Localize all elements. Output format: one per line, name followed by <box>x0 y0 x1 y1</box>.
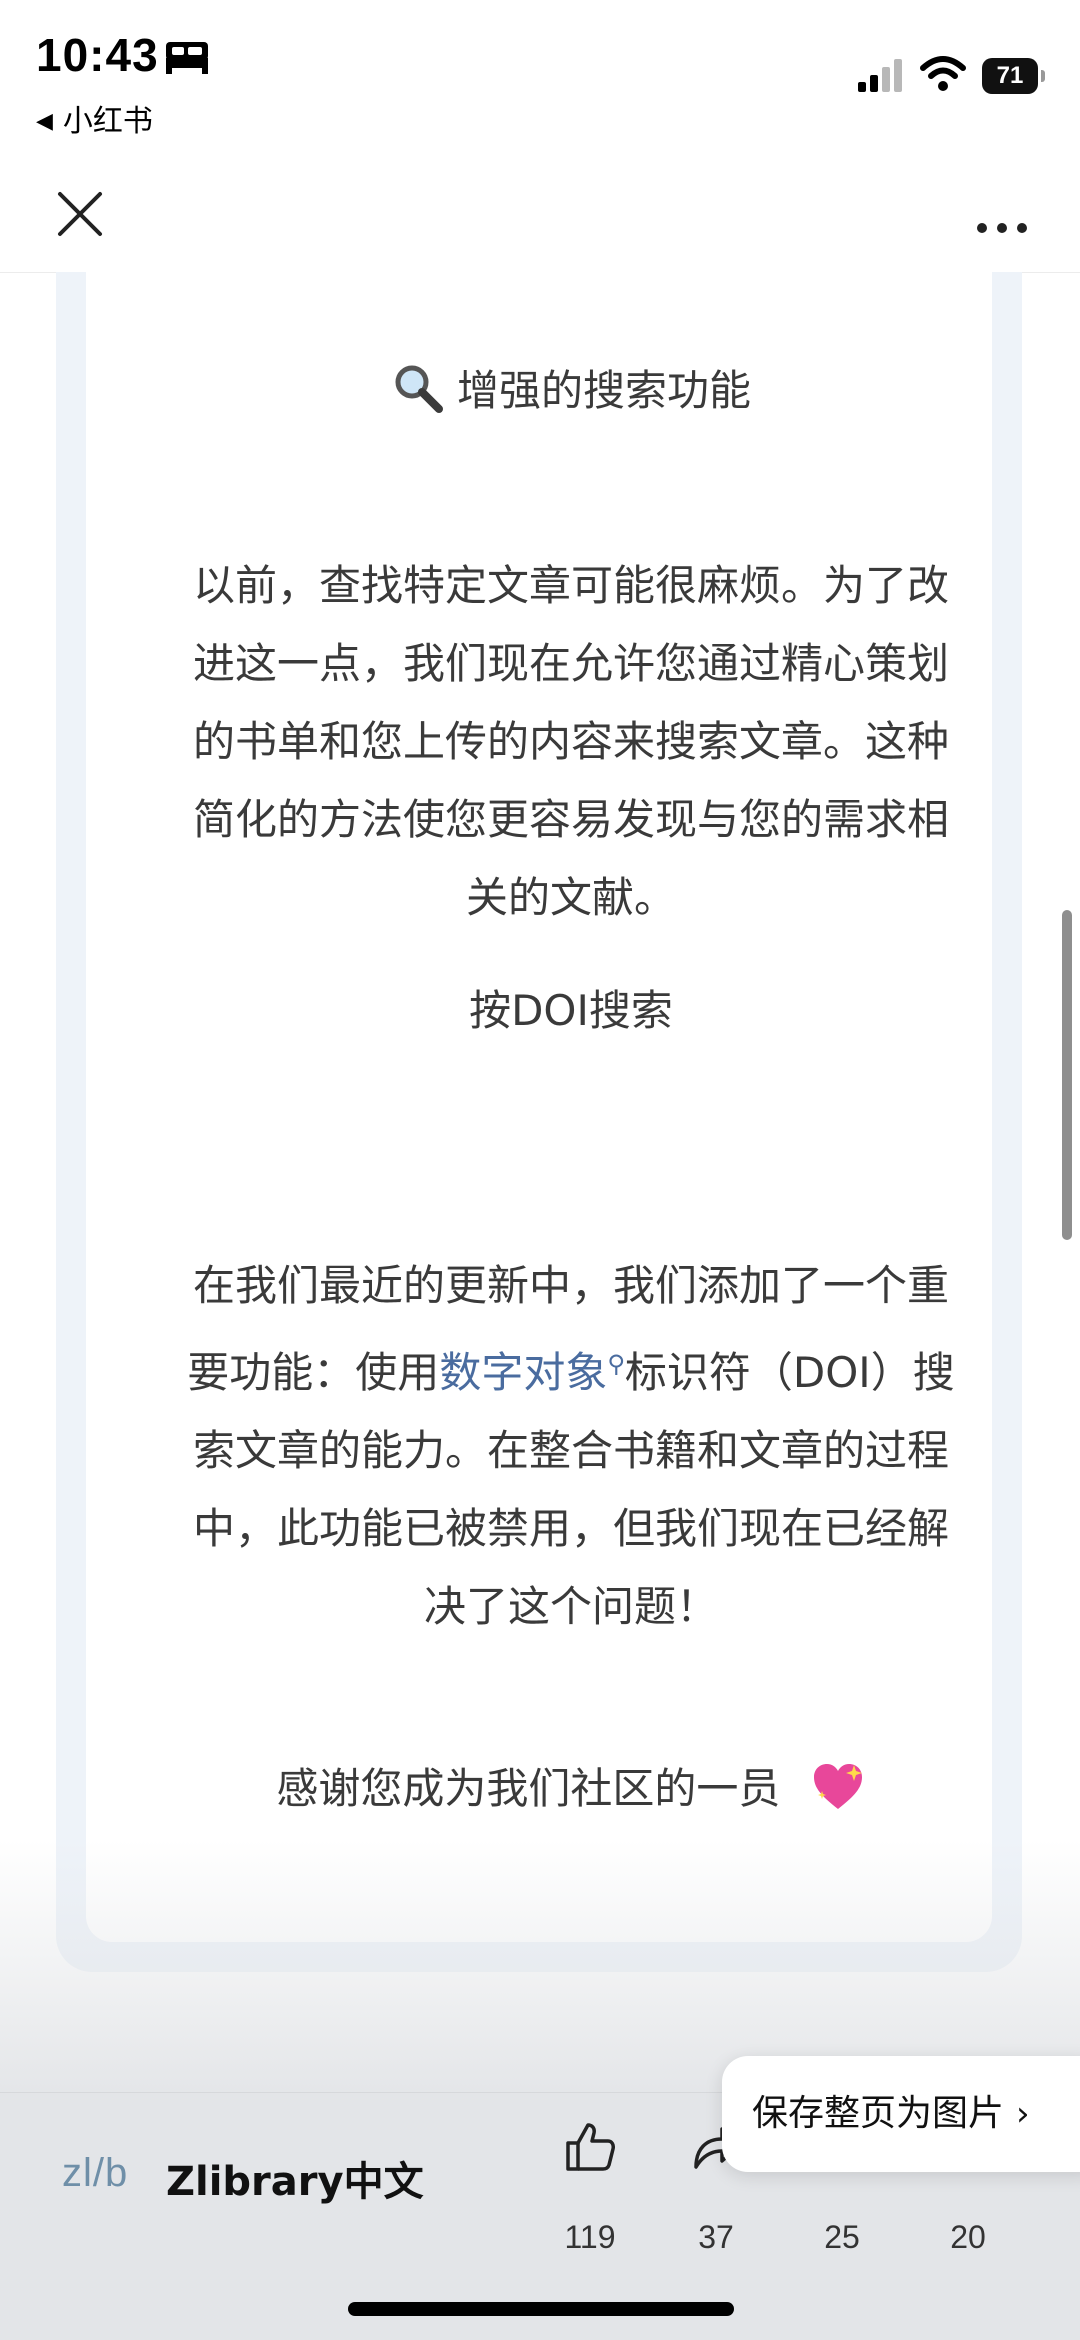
thumbs-up-icon <box>566 2123 615 2171</box>
wifi-icon <box>920 56 966 91</box>
like-button[interactable]: 119 <box>540 2119 640 2255</box>
author-name[interactable]: Zlibrary中文 <box>166 2149 424 2207</box>
sparkling-heart-icon <box>813 1764 862 1809</box>
digital-object-link[interactable]: 数字对象 <box>439 1348 607 1397</box>
thanks-paragraph: 感谢您成为我们社区的一员 <box>176 1750 966 1828</box>
top-navigation <box>0 160 1080 273</box>
scrollbar-thumb[interactable] <box>1062 910 1072 1240</box>
back-app-label: 小红书 <box>62 104 153 139</box>
home-indicator[interactable] <box>348 2302 734 2316</box>
share-count: 37 <box>698 2219 734 2255</box>
thanks-text: 感谢您成为我们社区的一员 <box>276 1764 781 1813</box>
back-to-app-link[interactable]: ◀ 小红书 <box>36 96 153 140</box>
link-search-icon[interactable]: ⚲ <box>607 1350 625 1378</box>
back-triangle-icon: ◀ <box>36 109 53 134</box>
comment-count: 20 <box>950 2219 986 2255</box>
content-card-frame: 增强的搜索功能 以前，查找特定文章可能很麻烦。为了改进这一点，我们现在允许您通过… <box>56 272 1022 1972</box>
search-feature-heading: 增强的搜索功能 <box>176 352 966 430</box>
cellular-signal-icon <box>858 59 902 92</box>
collect-count: 25 <box>824 2219 860 2255</box>
save-page-label: 保存整页为图片 <box>752 2093 1005 2134</box>
clock-time: 10:43 <box>36 29 159 81</box>
chevron-right-icon: › <box>1016 2094 1030 2134</box>
zlibrary-logo: zl/b <box>62 2151 129 2195</box>
bed-icon <box>166 42 208 74</box>
content-card: 增强的搜索功能 以前，查找特定文章可能很麻烦。为了改进这一点，我们现在允许您通过… <box>86 272 992 1942</box>
like-count: 119 <box>564 2219 616 2255</box>
status-bar: 10:43 ◀ 小红书 71 <box>0 0 1080 160</box>
battery-indicator: 71 <box>982 58 1045 94</box>
close-icon[interactable] <box>48 182 112 246</box>
more-options-icon[interactable] <box>970 182 1034 246</box>
doi-search-heading: 按DOI搜索 <box>469 986 673 1035</box>
save-page-as-image-button[interactable]: 保存整页为图片 › <box>722 2056 1080 2172</box>
search-feature-paragraph: 以前，查找特定文章可能很麻烦。为了改进这一点，我们现在允许您通过精心策划的书单和… <box>192 561 949 922</box>
doi-search-paragraph: 在我们最近的更新中，我们添加了一个重要功能：使用数字对象⚲标识符（DOI）搜索文… <box>176 1247 966 1646</box>
magnifier-icon <box>395 365 443 413</box>
heading-text: 增强的搜索功能 <box>456 366 751 415</box>
